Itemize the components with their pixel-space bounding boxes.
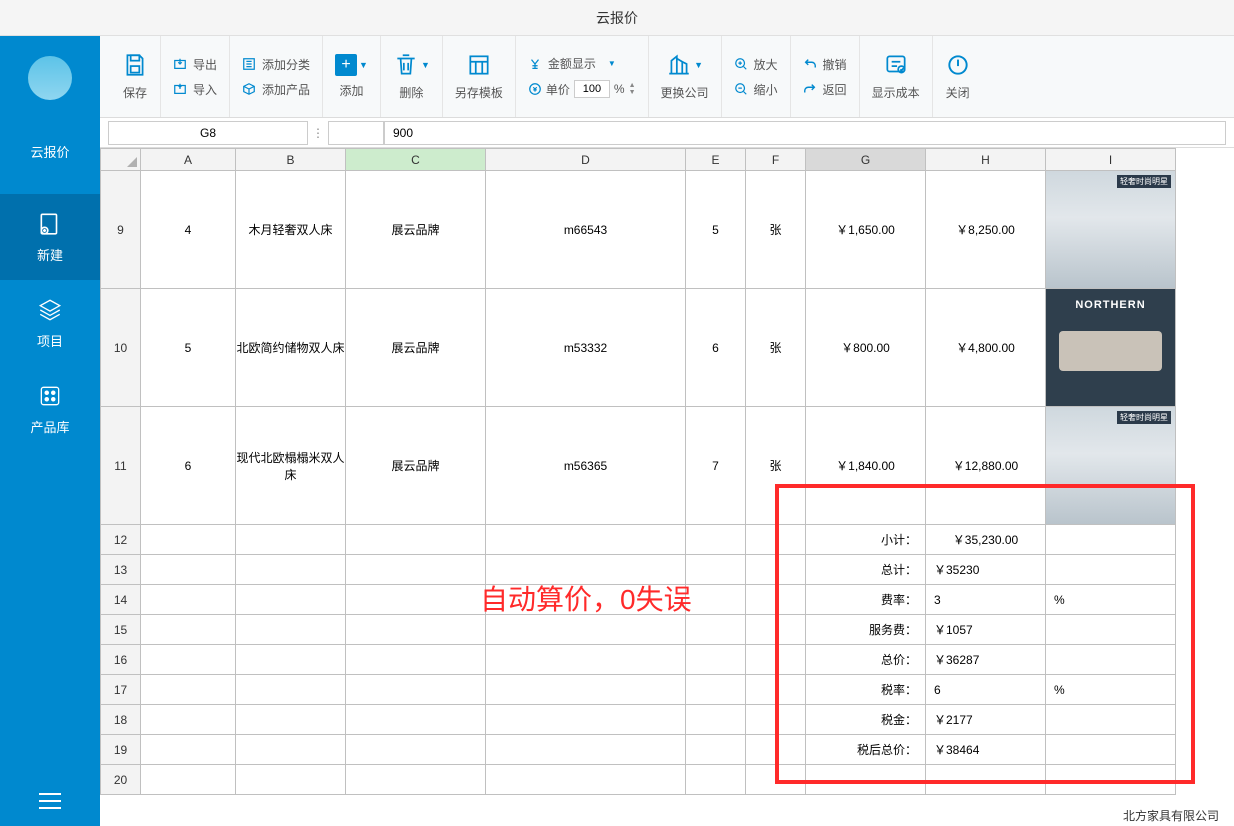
import-button[interactable]: 导入 xyxy=(173,81,217,98)
summary-row[interactable]: 13 总计： ￥35230 xyxy=(101,555,1176,585)
col-header-H[interactable]: H xyxy=(926,149,1046,171)
summary-row[interactable]: 19 税后总价： ￥38464 xyxy=(101,735,1176,765)
table-row[interactable]: 10 5 北欧简约储物双人床 展云品牌 m53332 6 张 ￥800.00 ￥… xyxy=(101,289,1176,407)
row-header[interactable]: 12 xyxy=(101,525,141,555)
formula-value[interactable]: 900 xyxy=(384,121,1226,145)
chevron-down-icon: ▼ xyxy=(421,60,430,70)
footer-company: 北方家具有限公司 xyxy=(1123,807,1219,824)
save-icon xyxy=(122,52,148,78)
row-header[interactable]: 18 xyxy=(101,705,141,735)
formula-bar: G8 ⋮ 900 xyxy=(100,118,1234,148)
row-header[interactable]: 11 xyxy=(101,407,141,525)
template-icon xyxy=(466,52,492,78)
row-header[interactable]: 20 xyxy=(101,765,141,795)
amount-show-button[interactable]: 金额显示▼ xyxy=(528,55,636,72)
row-header[interactable]: 17 xyxy=(101,675,141,705)
amount-icon xyxy=(528,57,542,71)
zoom-in-button[interactable]: 放大 xyxy=(734,56,778,73)
row-header[interactable]: 10 xyxy=(101,289,141,407)
hamburger-button[interactable] xyxy=(0,776,100,826)
chevron-down-icon: ▼ xyxy=(608,59,616,68)
app-title: 云报价 xyxy=(596,8,638,28)
hamburger-icon xyxy=(39,793,61,809)
toolbar: 保存 导出 导入 添加分类 添加产品 + xyxy=(100,36,1234,118)
plus-icon: + xyxy=(335,54,357,76)
title-bar: 云报价 xyxy=(0,0,1234,36)
power-icon xyxy=(945,52,971,78)
product-image: 轻奢时尚明星 xyxy=(1046,171,1175,288)
summary-row[interactable]: 15 服务费： ￥1057 xyxy=(101,615,1176,645)
project-icon xyxy=(37,297,63,323)
summary-row[interactable]: 18 税金： ￥2177 xyxy=(101,705,1176,735)
summary-row[interactable]: 17 税率： 6 % xyxy=(101,675,1176,705)
coin-icon xyxy=(528,82,542,96)
stepper-icon[interactable]: ▲▼ xyxy=(629,82,636,96)
col-header-G[interactable]: G xyxy=(806,149,926,171)
undo-icon xyxy=(803,57,817,71)
col-header-C[interactable]: C xyxy=(346,149,486,171)
add-category-icon xyxy=(242,57,256,71)
summary-row[interactable]: 20 xyxy=(101,765,1176,795)
redo-icon xyxy=(803,82,817,96)
redo-button[interactable]: 返回 xyxy=(803,81,847,98)
export-button[interactable]: 导出 xyxy=(173,56,217,73)
add-product-button[interactable]: 添加产品 xyxy=(242,81,310,98)
col-header-E[interactable]: E xyxy=(686,149,746,171)
save-button[interactable]: 保存 xyxy=(122,52,148,101)
nav-project[interactable]: 项目 xyxy=(0,280,100,366)
export-icon xyxy=(173,57,187,71)
zoom-in-icon xyxy=(734,57,748,71)
col-header-I[interactable]: I xyxy=(1046,149,1176,171)
col-header-F[interactable]: F xyxy=(746,149,806,171)
chevron-down-icon: ▼ xyxy=(359,60,368,70)
row-header[interactable]: 9 xyxy=(101,171,141,289)
save-template-button[interactable]: 另存模板 xyxy=(455,52,503,101)
show-cost-button[interactable]: 显示成本 xyxy=(872,52,920,101)
new-icon xyxy=(37,211,63,237)
more-icon[interactable]: ⋮ xyxy=(308,126,328,140)
nav-new[interactable]: 新建 xyxy=(0,194,100,280)
row-header[interactable]: 16 xyxy=(101,645,141,675)
spreadsheet[interactable]: ABCDEFGHI 9 4 木月轻奢双人床 展云品牌 m66543 5 张 ￥1… xyxy=(100,148,1234,826)
unit-price-control[interactable]: 单价 % ▲▼ xyxy=(528,80,636,98)
add-product-icon xyxy=(242,82,256,96)
col-header-B[interactable]: B xyxy=(236,149,346,171)
col-header-D[interactable]: D xyxy=(486,149,686,171)
table-row[interactable]: 9 4 木月轻奢双人床 展云品牌 m66543 5 张 ￥1,650.00 ￥8… xyxy=(101,171,1176,289)
row-header[interactable]: 19 xyxy=(101,735,141,765)
chevron-down-icon: ▼ xyxy=(694,60,703,70)
cost-icon xyxy=(883,52,909,78)
add-button[interactable]: +▼ 添加 xyxy=(335,54,368,99)
product-image: 轻奢时尚明星 xyxy=(1046,407,1175,524)
import-icon xyxy=(173,82,187,96)
summary-row[interactable]: 14 费率： 3 % xyxy=(101,585,1176,615)
zoom-out-icon xyxy=(734,82,748,96)
switch-company-button[interactable]: ▼ 更换公司 xyxy=(661,52,709,101)
products-icon xyxy=(37,383,63,409)
row-header[interactable]: 15 xyxy=(101,615,141,645)
undo-button[interactable]: 撤销 xyxy=(803,56,847,73)
add-category-button[interactable]: 添加分类 xyxy=(242,56,310,73)
left-nav: 云报价 新建 项目 产品库 xyxy=(0,36,100,826)
delete-button[interactable]: ▼ 删除 xyxy=(393,52,430,101)
row-header[interactable]: 14 xyxy=(101,585,141,615)
nav-quote[interactable]: 云报价 xyxy=(0,108,100,194)
close-button[interactable]: 关闭 xyxy=(945,52,971,101)
summary-row[interactable]: 16 总价： ￥36287 xyxy=(101,645,1176,675)
formula-preview[interactable] xyxy=(328,121,384,145)
row-header[interactable]: 13 xyxy=(101,555,141,585)
unit-price-input[interactable] xyxy=(574,80,610,98)
building-icon xyxy=(666,52,692,78)
select-all-corner[interactable] xyxy=(101,149,141,171)
summary-row[interactable]: 12 小计： ￥35,230.00 xyxy=(101,525,1176,555)
table-row[interactable]: 11 6 现代北欧榻榻米双人床 展云品牌 m56365 7 张 ￥1,840.0… xyxy=(101,407,1176,525)
col-header-A[interactable]: A xyxy=(141,149,236,171)
nav-products[interactable]: 产品库 xyxy=(0,366,100,452)
product-image: NORTHERN xyxy=(1046,289,1175,406)
avatar[interactable] xyxy=(28,56,72,100)
trash-icon xyxy=(393,52,419,78)
zoom-out-button[interactable]: 缩小 xyxy=(734,81,778,98)
cell-reference[interactable]: G8 xyxy=(108,121,308,145)
